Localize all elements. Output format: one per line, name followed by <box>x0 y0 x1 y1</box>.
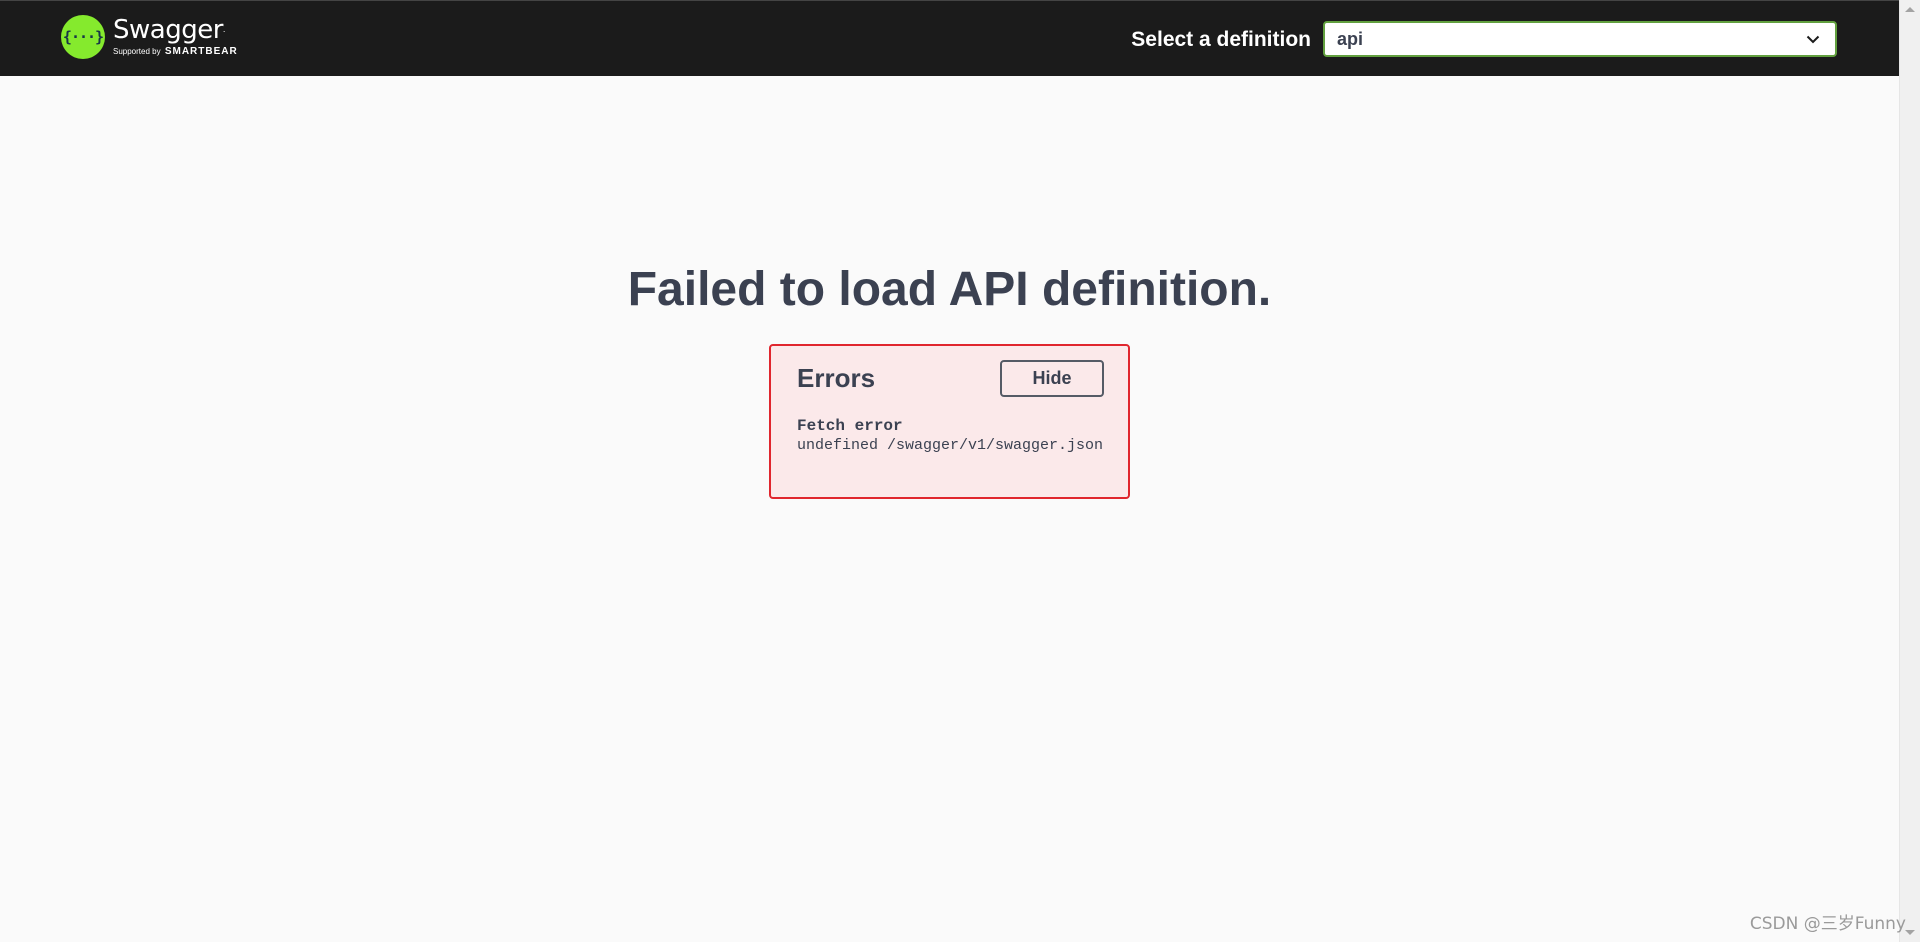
swagger-logo[interactable]: {···} Swagger. Supported by SMARTBEAR <box>61 15 238 65</box>
logo-subtitle: Supported by SMARTBEAR <box>113 46 238 58</box>
logo-text: Swagger. Supported by SMARTBEAR <box>113 15 238 58</box>
logo-mark-glyph: {···} <box>62 28 104 46</box>
select-definition-label: Select a definition <box>1131 28 1311 51</box>
topbar: {···} Swagger. Supported by SMARTBEAR Se… <box>0 0 1899 76</box>
chevron-down-icon <box>1805 31 1821 47</box>
logo-name: Swagger. <box>113 15 238 45</box>
page-viewport: {···} Swagger. Supported by SMARTBEAR Se… <box>0 0 1899 942</box>
logo-supported-by: Supported by <box>113 47 161 56</box>
vertical-scrollbar[interactable] <box>1899 0 1920 942</box>
scroll-up-arrow-icon[interactable] <box>1905 7 1915 12</box>
watermark: CSDN @三岁Funny <box>1749 914 1906 934</box>
error-message: undefined /swagger/v1/swagger.json <box>797 437 1104 454</box>
definition-select-value: api <box>1337 28 1364 49</box>
page-title: Failed to load API definition. <box>627 263 1272 316</box>
definition-select[interactable]: api <box>1323 21 1837 57</box>
hide-button[interactable]: Hide <box>1000 360 1104 397</box>
logo-name-text: Swagger <box>113 15 223 45</box>
logo-brand: SMARTBEAR <box>164 46 238 57</box>
error-heading: Fetch error <box>797 417 903 435</box>
scroll-down-arrow-icon[interactable] <box>1905 930 1915 935</box>
swagger-braces-icon: {···} <box>61 15 105 59</box>
errors-title: Errors <box>797 363 876 393</box>
errors-panel: Errors Hide Fetch error undefined /swagg… <box>769 344 1130 499</box>
logo-trademark: . <box>222 25 226 34</box>
